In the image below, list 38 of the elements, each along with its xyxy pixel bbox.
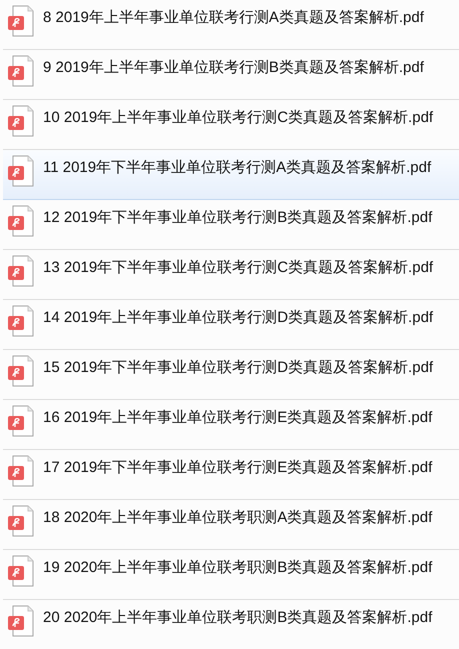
file-name: 10 2019年上半年事业单位联考行测C类真题及答案解析.pdf xyxy=(43,108,434,128)
file-row[interactable]: 9 2019年上半年事业单位联考行测B类真题及答案解析.pdf xyxy=(3,50,459,100)
pdf-file-icon xyxy=(7,455,34,487)
file-row[interactable]: 17 2019年下半年事业单位联考行测E类真题及答案解析.pdf xyxy=(3,450,459,500)
pdf-file-icon xyxy=(7,55,34,87)
pdf-file-icon xyxy=(7,105,34,137)
file-name: 14 2019年上半年事业单位联考行测D类真题及答案解析.pdf xyxy=(43,308,434,328)
file-name: 19 2020年上半年事业单位联考职测B类真题及答案解析.pdf xyxy=(43,558,432,578)
pdf-file-icon xyxy=(7,405,34,437)
file-row[interactable]: 19 2020年上半年事业单位联考职测B类真题及答案解析.pdf xyxy=(3,550,459,600)
file-name: 13 2019年下半年事业单位联考行测C类真题及答案解析.pdf xyxy=(43,258,434,278)
pdf-file-icon xyxy=(7,355,34,387)
file-name: 9 2019年上半年事业单位联考行测B类真题及答案解析.pdf xyxy=(43,58,424,78)
file-name: 16 2019年上半年事业单位联考行测E类真题及答案解析.pdf xyxy=(43,408,432,428)
file-row[interactable]: 12 2019年下半年事业单位联考行测B类真题及答案解析.pdf xyxy=(3,200,459,250)
pdf-file-icon xyxy=(7,505,34,537)
pdf-file-icon xyxy=(7,255,34,287)
file-row[interactable]: 14 2019年上半年事业单位联考行测D类真题及答案解析.pdf xyxy=(3,300,459,350)
pdf-file-icon xyxy=(7,205,34,237)
file-name: 8 2019年上半年事业单位联考行测A类真题及答案解析.pdf xyxy=(43,8,424,28)
file-row[interactable]: 15 2019年下半年事业单位联考行测D类真题及答案解析.pdf xyxy=(3,350,459,400)
pdf-file-icon xyxy=(7,605,34,637)
pdf-file-icon xyxy=(7,555,34,587)
file-name: 17 2019年下半年事业单位联考行测E类真题及答案解析.pdf xyxy=(43,458,432,478)
file-row[interactable]: 20 2020年上半年事业单位联考职测B类真题及答案解析.pdf xyxy=(3,600,459,649)
file-row[interactable]: 18 2020年上半年事业单位联考职测A类真题及答案解析.pdf xyxy=(3,500,459,550)
file-name: 12 2019年下半年事业单位联考行测B类真题及答案解析.pdf xyxy=(43,208,432,228)
file-row[interactable]: 16 2019年上半年事业单位联考行测E类真题及答案解析.pdf xyxy=(3,400,459,450)
file-name: 11 2019年下半年事业单位联考行测A类真题及答案解析.pdf xyxy=(43,158,432,178)
pdf-file-icon xyxy=(7,5,34,37)
file-row[interactable]: 13 2019年下半年事业单位联考行测C类真题及答案解析.pdf xyxy=(3,250,459,300)
file-row[interactable]: 8 2019年上半年事业单位联考行测A类真题及答案解析.pdf xyxy=(3,0,459,50)
pdf-file-icon xyxy=(7,305,34,337)
file-name: 20 2020年上半年事业单位联考职测B类真题及答案解析.pdf xyxy=(43,608,432,628)
file-row[interactable]: 11 2019年下半年事业单位联考行测A类真题及答案解析.pdf xyxy=(3,150,459,200)
file-name: 15 2019年下半年事业单位联考行测D类真题及答案解析.pdf xyxy=(43,358,434,378)
pdf-file-icon xyxy=(7,155,34,187)
file-name: 18 2020年上半年事业单位联考职测A类真题及答案解析.pdf xyxy=(43,508,432,528)
